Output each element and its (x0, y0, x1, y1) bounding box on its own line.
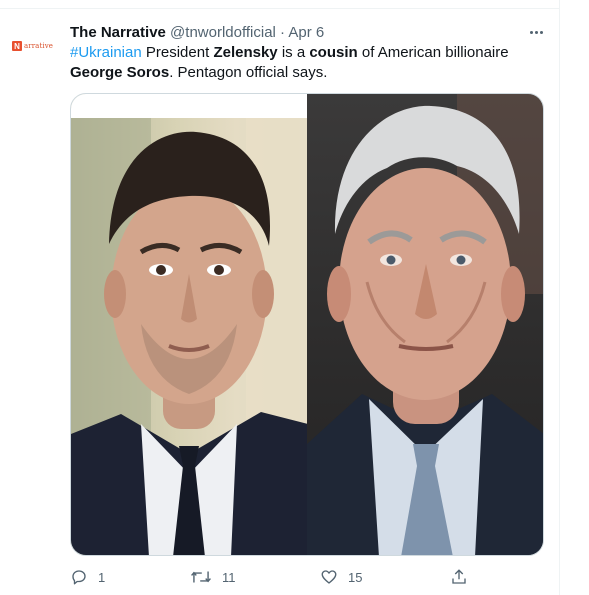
hashtag-link[interactable]: #Ukrainian (70, 44, 142, 61)
tweet-text: #Ukrainian President Zelensky is a cousi… (70, 43, 548, 83)
right-portrait-illustration (307, 94, 543, 555)
brand-logo-word: arrative (24, 42, 53, 50)
separator: · (280, 24, 286, 41)
share-icon (452, 569, 466, 584)
display-name[interactable]: The Narrative (70, 24, 166, 41)
tweet-text-segment: . Pentagon official says. (169, 64, 328, 81)
brand-logo-mark: N (12, 41, 22, 51)
user-handle[interactable]: @tnworldofficial (170, 24, 276, 41)
more-options-button[interactable] (525, 22, 547, 42)
retweet-count: 11 (222, 569, 236, 585)
like-button[interactable]: 15 (320, 566, 362, 588)
tweet-bold-segment: George Soros (70, 64, 170, 81)
reply-count: 1 (98, 569, 106, 585)
more-dot-icon (529, 30, 533, 34)
top-divider (0, 0, 560, 9)
avatar[interactable]: N arrative (12, 34, 60, 58)
more-dot-icon (534, 30, 538, 34)
right-portrait-photo[interactable] (307, 94, 543, 555)
reply-icon (72, 570, 86, 585)
tweet-actions: 1 11 15 (70, 566, 490, 588)
tweet-header: The Narrative @tnworldofficial · Apr 6 (70, 23, 324, 43)
share-button[interactable] (450, 566, 468, 588)
more-dot-icon (539, 30, 543, 34)
retweet-icon (191, 571, 211, 583)
tweet-text-segment: President (141, 44, 214, 61)
reply-button[interactable]: 1 (70, 566, 105, 588)
tweet-bold-segment: Zelensky (213, 44, 278, 61)
heart-icon (321, 570, 337, 584)
tweet-media[interactable] (70, 93, 544, 556)
like-count: 15 (348, 569, 363, 585)
right-panel (560, 0, 589, 595)
left-portrait-photo[interactable] (71, 94, 307, 555)
tweet-text-segment: of American billionaire (357, 44, 509, 61)
tweet-date[interactable]: Apr 6 (288, 24, 324, 41)
tweet-text-segment: is a (277, 44, 310, 61)
left-portrait-illustration (71, 94, 307, 555)
retweet-button[interactable]: 11 (190, 566, 236, 588)
tweet-bold-segment: cousin (309, 44, 358, 61)
